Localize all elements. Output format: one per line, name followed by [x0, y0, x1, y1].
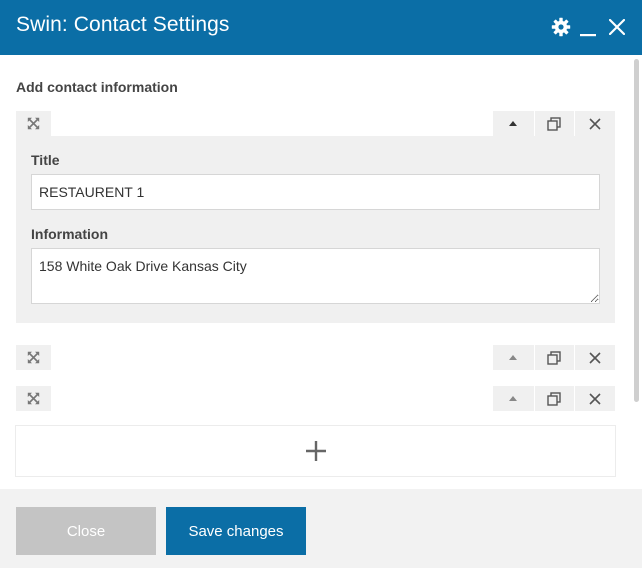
expand-arrows-icon	[27, 117, 40, 130]
item-1-move-up-button[interactable]	[493, 111, 534, 136]
remove-icon	[589, 117, 601, 130]
save-changes-button[interactable]: Save changes	[166, 507, 306, 555]
section-label: Add contact information	[16, 79, 178, 95]
information-field-label: Information	[31, 226, 108, 242]
settings-button[interactable]	[547, 12, 575, 42]
item-3-header	[16, 386, 615, 411]
plus-icon	[305, 441, 326, 461]
item-3-move-up-button[interactable]	[493, 386, 534, 411]
item-2-header	[16, 345, 615, 370]
gear-icon	[551, 17, 571, 37]
item-1-panel: Title Information 158 White Oak Drive Ka…	[16, 136, 615, 323]
add-item-button[interactable]	[15, 425, 616, 477]
item-3-remove-button[interactable]	[574, 386, 615, 411]
item-2-duplicate-button[interactable]	[533, 345, 575, 370]
item-2-drag-handle[interactable]	[16, 345, 51, 370]
minimize-icon	[580, 34, 596, 37]
item-1-controls	[493, 111, 615, 136]
item-3-drag-handle[interactable]	[16, 386, 51, 411]
title-field-label: Title	[31, 152, 60, 168]
dialog-footer: Close Save changes	[0, 489, 642, 568]
item-2-remove-button[interactable]	[574, 345, 615, 370]
item-2-controls	[493, 345, 615, 370]
close-icon	[609, 19, 625, 35]
item-1-header	[16, 111, 615, 136]
remove-icon	[589, 351, 601, 364]
title-input[interactable]	[31, 174, 600, 210]
dialog-title: Swin: Contact Settings	[16, 13, 230, 36]
duplicate-icon	[547, 350, 562, 365]
expand-arrows-icon	[27, 351, 40, 364]
item-1-duplicate-button[interactable]	[533, 111, 575, 136]
item-1-remove-button[interactable]	[574, 111, 615, 136]
body-scrollbar[interactable]	[634, 55, 640, 485]
dialog-header: Swin: Contact Settings	[0, 0, 642, 55]
expand-arrows-icon	[27, 392, 40, 405]
move-up-icon	[509, 121, 518, 126]
move-up-icon	[509, 355, 518, 360]
contact-settings-dialog: Swin: Contact Settings Add contact infor…	[0, 0, 642, 568]
information-textarea[interactable]: 158 White Oak Drive Kansas City	[31, 248, 600, 304]
item-2-move-up-button[interactable]	[493, 345, 534, 370]
duplicate-icon	[547, 116, 562, 131]
item-3-duplicate-button[interactable]	[533, 386, 575, 411]
close-window-button[interactable]	[603, 12, 631, 42]
item-3-controls	[493, 386, 615, 411]
dialog-body: Add contact information Title RESTAURENT…	[0, 55, 642, 489]
scrollbar-thumb[interactable]	[634, 59, 639, 402]
item-1-drag-handle[interactable]	[16, 111, 51, 136]
minimize-button[interactable]	[574, 12, 602, 42]
close-button[interactable]: Close	[16, 507, 156, 555]
remove-icon	[589, 392, 601, 405]
move-up-icon	[509, 396, 518, 401]
duplicate-icon	[547, 391, 562, 406]
